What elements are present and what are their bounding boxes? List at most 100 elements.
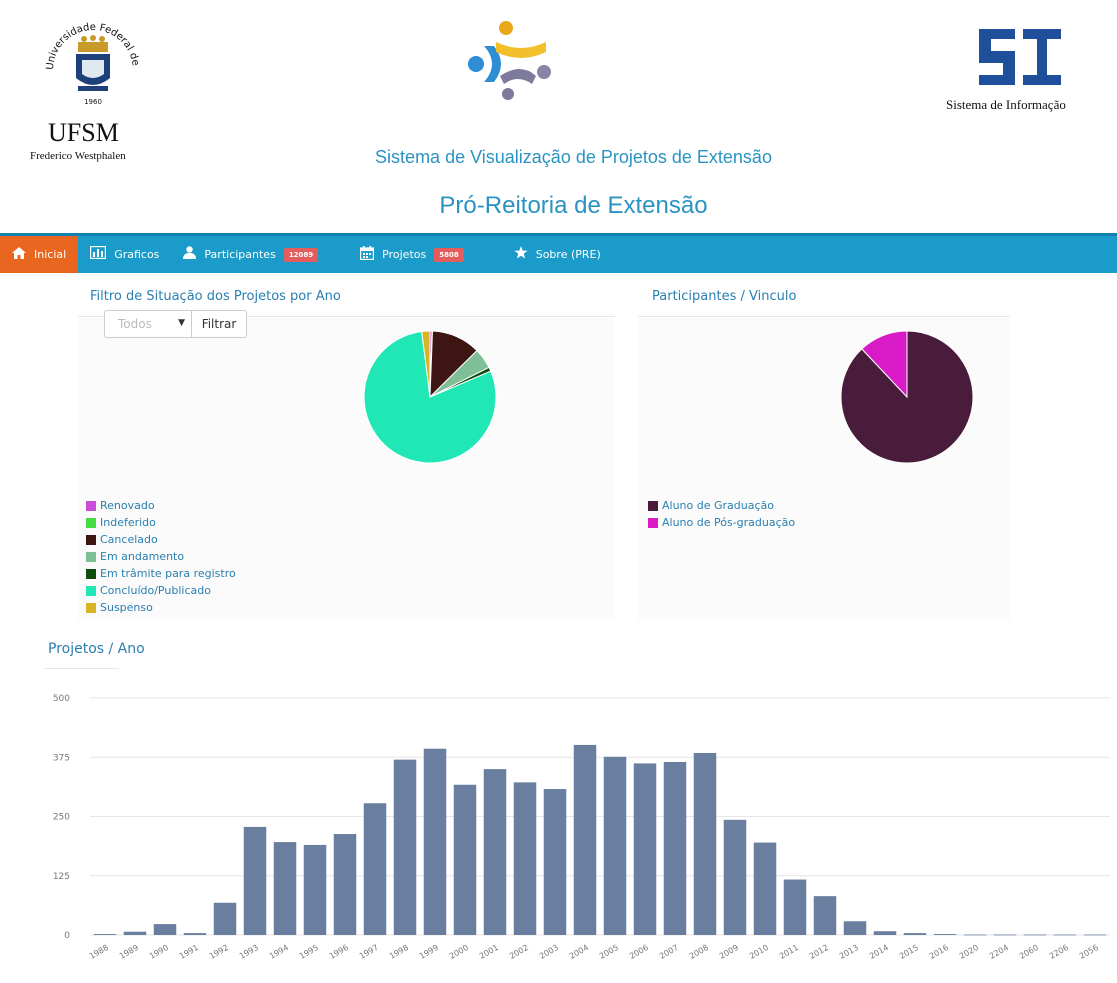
- year-select[interactable]: Todos ▼: [104, 310, 192, 338]
- bar-1992[interactable]: [213, 902, 237, 935]
- bar-2010[interactable]: [753, 842, 777, 935]
- x-tick-label: 2204: [988, 943, 1010, 961]
- projetos-count-badge: 5808: [434, 247, 464, 262]
- bar-2012[interactable]: [813, 896, 837, 935]
- legend-label: Aluno de Pós-graduação: [662, 516, 796, 529]
- x-tick-label: 2002: [508, 943, 530, 961]
- x-tick-label: 2060: [1018, 943, 1040, 961]
- x-tick-label: 2003: [538, 943, 560, 961]
- bar-1994[interactable]: [273, 842, 297, 935]
- bar-1997[interactable]: [363, 803, 387, 935]
- bar-2009[interactable]: [723, 819, 747, 935]
- bar-2204[interactable]: [993, 934, 1017, 936]
- x-tick-label: 1996: [328, 943, 350, 961]
- year-select-value: Todos: [118, 317, 152, 331]
- x-tick-label: 2206: [1048, 943, 1070, 961]
- bar-1995[interactable]: [303, 844, 327, 935]
- bar-2008[interactable]: [693, 752, 717, 935]
- x-tick-label: 2010: [748, 943, 770, 961]
- bar-2005[interactable]: [603, 756, 627, 935]
- x-tick-label: 1991: [178, 943, 200, 961]
- bar-1990[interactable]: [153, 924, 177, 935]
- system-subtitle: Pró-Reitoria de Extensão: [439, 192, 708, 219]
- filter-button[interactable]: Filtrar: [191, 310, 247, 338]
- bar-1998[interactable]: [393, 759, 417, 935]
- si-mark-icon: [975, 25, 1065, 89]
- vinculo-legend: Aluno de Graduação Aluno de Pós-graduação: [648, 497, 795, 531]
- situacao-legend: Renovado Indeferido Cancelado Em andamento E…: [86, 497, 236, 616]
- x-tick-label: 1993: [238, 943, 260, 961]
- bar-2015[interactable]: [903, 933, 927, 935]
- bar-2006[interactable]: [633, 763, 657, 935]
- nav-inicial-label: Inicial: [34, 248, 67, 261]
- legend-item[interactable]: Em trâmite para registro: [86, 565, 236, 582]
- page-header: Universidade Federal de Santa Maria 1960…: [0, 0, 1117, 232]
- ufsm-title: UFSM: [48, 118, 119, 147]
- y-tick-label: 0: [64, 931, 70, 941]
- bar-2056[interactable]: [1083, 934, 1107, 936]
- legend-item[interactable]: Renovado: [86, 497, 236, 514]
- nav-sobre[interactable]: Sobre (PRE): [502, 236, 613, 273]
- x-tick-label: 2001: [478, 943, 500, 961]
- bar-1988[interactable]: [93, 934, 117, 935]
- legend-item[interactable]: Indeferido: [86, 514, 236, 531]
- bar-2002[interactable]: [513, 782, 537, 935]
- bar-2001[interactable]: [483, 769, 507, 935]
- x-tick-label: 2011: [778, 943, 800, 961]
- si-logo: Sistema de Informação: [930, 25, 1110, 125]
- bar-2011[interactable]: [783, 879, 807, 935]
- participantes-count-badge: 12089: [283, 247, 319, 262]
- nav-participantes-label: Participantes: [204, 248, 276, 261]
- ufsm-seal-icon: Universidade Federal de Santa Maria 1960: [38, 8, 141, 106]
- x-tick-label: 2006: [628, 943, 650, 961]
- x-tick-label: 1988: [88, 943, 110, 961]
- bar-1996[interactable]: [333, 834, 357, 935]
- legend-item[interactable]: Aluno de Graduação: [648, 497, 795, 514]
- legend-swatch: [86, 568, 96, 579]
- bar-2014[interactable]: [873, 931, 897, 935]
- x-tick-label: 2007: [658, 943, 680, 961]
- legend-item[interactable]: Cancelado: [86, 531, 236, 548]
- bar-1999[interactable]: [423, 748, 447, 935]
- select-caret-icon: ▼: [178, 318, 185, 328]
- bar-1989[interactable]: [123, 931, 147, 935]
- legend-item[interactable]: Em andamento: [86, 548, 236, 565]
- user-icon: [183, 246, 197, 263]
- bar-2016[interactable]: [933, 934, 957, 935]
- nav-projetos[interactable]: Projetos 5808: [348, 236, 476, 273]
- vinculo-pie-chart: [840, 330, 974, 464]
- bar-2013[interactable]: [843, 921, 867, 935]
- chart-icon: [89, 245, 107, 263]
- projetos-ano-bar-chart: 0 125 250 375 500 1988 1989 1990 1991 1992 1993 199…: [53, 694, 1110, 961]
- bar-2060[interactable]: [1023, 934, 1047, 936]
- legend-item[interactable]: Aluno de Pós-graduação: [648, 514, 795, 531]
- legend-item[interactable]: Suspenso: [86, 599, 236, 616]
- legend-label: Suspenso: [100, 601, 153, 614]
- bar-2020[interactable]: [963, 934, 987, 936]
- bar-2004[interactable]: [573, 744, 597, 935]
- x-tick-label: 1992: [208, 943, 230, 961]
- si-caption: Sistema de Informação: [946, 97, 1066, 112]
- nav-participantes[interactable]: Participantes 12089: [171, 236, 330, 273]
- nav-graficos[interactable]: Graficos: [78, 236, 171, 273]
- bar-1991[interactable]: [183, 933, 207, 935]
- main-navbar: Inicial Graficos Participantes 12089 Pro…: [0, 233, 1117, 273]
- x-tick-label: 1994: [268, 943, 290, 961]
- y-tick-label: 500: [53, 694, 70, 704]
- bar-2003[interactable]: [543, 789, 567, 935]
- bar-1993[interactable]: [243, 826, 267, 935]
- legend-label: Indeferido: [100, 516, 156, 529]
- x-tick-label: 2012: [808, 943, 830, 961]
- legend-label: Renovado: [100, 499, 155, 512]
- y-tick-label: 250: [53, 813, 70, 823]
- bar-2206[interactable]: [1053, 934, 1077, 936]
- x-tick-label: 2004: [568, 943, 590, 961]
- bar-2007[interactable]: [663, 761, 687, 935]
- legend-swatch: [86, 534, 96, 545]
- bar-2000[interactable]: [453, 784, 477, 935]
- x-tick-label: 2020: [958, 943, 980, 961]
- legend-item[interactable]: Concluído/Publicado: [86, 582, 236, 599]
- legend-label: Em trâmite para registro: [100, 567, 236, 580]
- nav-inicial[interactable]: Inicial: [0, 236, 79, 273]
- x-tick-label: 2016: [928, 943, 950, 961]
